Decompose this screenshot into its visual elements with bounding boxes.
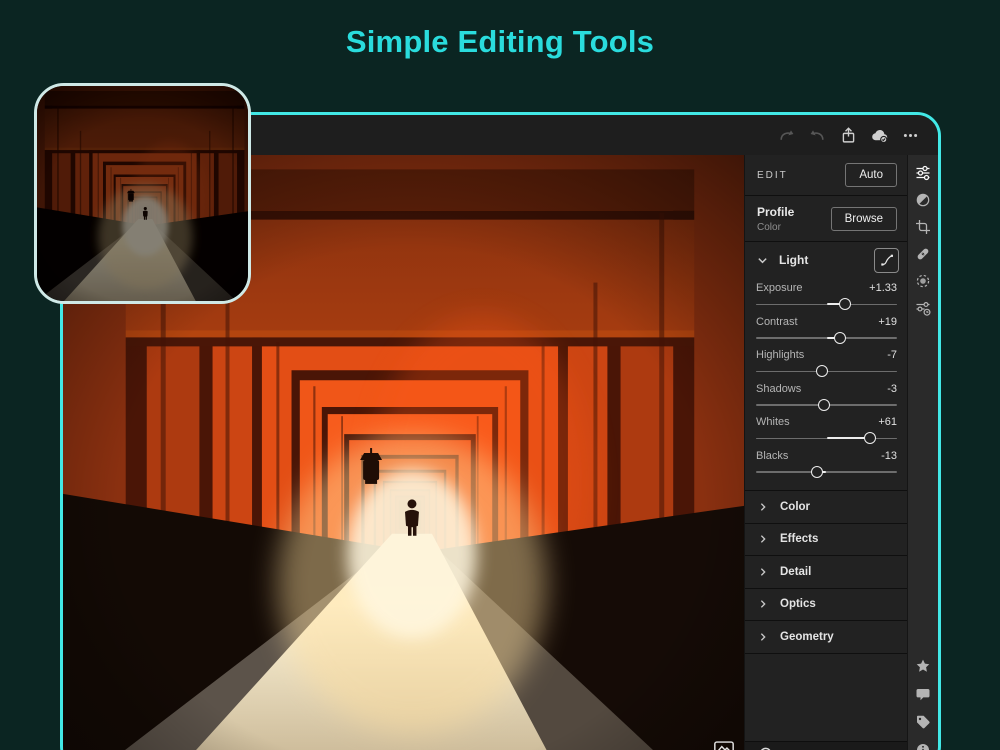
light-sliders: Exposure +1.33 Contrast +19 Highlights -… bbox=[745, 278, 907, 481]
light-section-label: Light bbox=[779, 253, 808, 267]
auto-button[interactable]: Auto bbox=[845, 163, 897, 187]
slider-row-shadows: Shadows -3 bbox=[756, 381, 897, 415]
slider-track[interactable] bbox=[756, 298, 897, 311]
presets-icon[interactable] bbox=[910, 186, 937, 213]
section-effects[interactable]: Effects bbox=[745, 524, 907, 557]
thumbnail-image bbox=[37, 86, 248, 301]
tag-icon[interactable] bbox=[910, 708, 937, 736]
panel-spacer bbox=[745, 654, 907, 742]
chevron-right-icon bbox=[758, 534, 768, 544]
slider-label: Blacks bbox=[756, 450, 788, 462]
slider-track[interactable] bbox=[756, 466, 897, 479]
slider-row-contrast: Contrast +19 bbox=[756, 314, 897, 348]
tone-curve-button[interactable] bbox=[874, 248, 899, 273]
chevron-down-icon bbox=[757, 255, 768, 266]
chevron-right-icon bbox=[758, 632, 768, 642]
chevron-right-icon bbox=[758, 599, 768, 609]
redo-icon[interactable] bbox=[778, 127, 795, 144]
section-detail-label: Detail bbox=[780, 566, 811, 578]
undo-icon[interactable] bbox=[809, 127, 826, 144]
slider-row-highlights: Highlights -7 bbox=[756, 347, 897, 381]
light-section-header[interactable]: Light bbox=[745, 242, 907, 278]
slider-knob[interactable] bbox=[818, 399, 830, 411]
slider-track[interactable] bbox=[756, 332, 897, 345]
info-icon[interactable] bbox=[910, 736, 937, 750]
light-section: Light Exposure +1.33 Contrast +19 bbox=[745, 242, 907, 491]
profile-label: Profile bbox=[757, 205, 794, 219]
slider-row-exposure: Exposure +1.33 bbox=[756, 280, 897, 314]
slider-track[interactable] bbox=[756, 432, 897, 445]
right-icon-strip bbox=[907, 155, 938, 750]
slider-label: Highlights bbox=[756, 349, 804, 361]
chevron-right-icon bbox=[758, 567, 768, 577]
slider-value: -13 bbox=[881, 450, 897, 462]
crop-icon[interactable] bbox=[910, 213, 937, 240]
cloud-synced-icon[interactable] bbox=[871, 127, 888, 144]
versions-icon[interactable] bbox=[910, 294, 937, 321]
page: { "page": { "title": "Simple Editing Too… bbox=[0, 24, 1000, 750]
page-title: Simple Editing Tools bbox=[0, 24, 1000, 60]
slider-track[interactable] bbox=[756, 399, 897, 412]
section-effects-label: Effects bbox=[780, 533, 818, 545]
section-color[interactable]: Color bbox=[745, 491, 907, 524]
masking-icon[interactable] bbox=[910, 267, 937, 294]
slider-knob[interactable] bbox=[839, 298, 851, 310]
section-detail[interactable]: Detail bbox=[745, 556, 907, 589]
slider-value: +1.33 bbox=[869, 282, 897, 294]
slider-track[interactable] bbox=[756, 365, 897, 378]
slider-row-whites: Whites +61 bbox=[756, 414, 897, 448]
section-color-label: Color bbox=[780, 501, 810, 513]
slider-knob[interactable] bbox=[834, 332, 846, 344]
section-geometry[interactable]: Geometry bbox=[745, 621, 907, 654]
slider-label: Whites bbox=[756, 416, 790, 428]
slider-label: Contrast bbox=[756, 316, 798, 328]
star-icon[interactable] bbox=[910, 652, 937, 680]
slider-label: Exposure bbox=[756, 282, 802, 294]
slider-value: +19 bbox=[878, 316, 897, 328]
comment-icon[interactable] bbox=[910, 680, 937, 708]
slider-value: -7 bbox=[887, 349, 897, 361]
reset-edits-icon[interactable] bbox=[756, 746, 774, 750]
photo-thumbnail bbox=[34, 83, 251, 304]
slider-value: -3 bbox=[887, 383, 897, 395]
section-geometry-label: Geometry bbox=[780, 631, 834, 643]
share-icon[interactable] bbox=[840, 127, 857, 144]
slider-knob[interactable] bbox=[816, 365, 828, 377]
slider-row-blacks: Blacks -13 bbox=[756, 448, 897, 482]
filmstrip-toggle-icon[interactable] bbox=[713, 740, 735, 750]
slider-knob[interactable] bbox=[864, 432, 876, 444]
section-optics[interactable]: Optics bbox=[745, 589, 907, 622]
slider-label: Shadows bbox=[756, 383, 801, 395]
profile-value: Color bbox=[757, 222, 794, 233]
panel-bottom-bar bbox=[745, 741, 907, 750]
section-optics-label: Optics bbox=[780, 598, 816, 610]
edit-panel: EDIT Auto Profile Color Browse Light bbox=[744, 155, 907, 750]
slider-knob[interactable] bbox=[811, 466, 823, 478]
edit-adjustments-icon[interactable] bbox=[910, 159, 937, 186]
browse-button[interactable]: Browse bbox=[831, 207, 897, 231]
chevron-right-icon bbox=[758, 502, 768, 512]
more-icon[interactable] bbox=[902, 127, 919, 144]
slider-value: +61 bbox=[878, 416, 897, 428]
healing-brush-icon[interactable] bbox=[910, 240, 937, 267]
edit-panel-title: EDIT bbox=[757, 170, 788, 181]
